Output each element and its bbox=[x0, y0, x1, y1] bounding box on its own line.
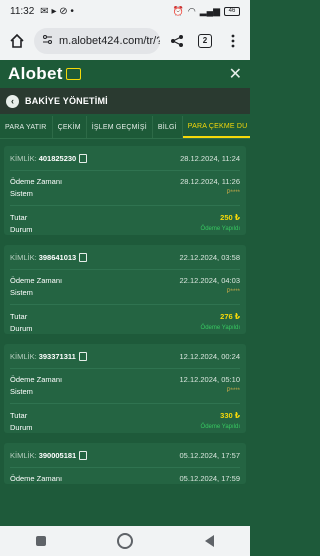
record-date: 22.12.2024, 03:58 bbox=[179, 252, 240, 262]
withdrawal-list: KİMLİK: 401825230 28.12.2024, 11:24 Ödem… bbox=[4, 146, 246, 494]
record-date: 05.12.2024, 17:57 bbox=[179, 450, 240, 460]
wifi-icon: ◠ bbox=[187, 5, 196, 16]
url-text: m.alobet424.com/tr/?| bbox=[59, 35, 160, 47]
menu-icon[interactable] bbox=[222, 30, 244, 52]
recents-button[interactable] bbox=[35, 536, 46, 546]
record-id: 398641013 bbox=[38, 252, 77, 262]
site-info-icon[interactable] bbox=[42, 34, 53, 48]
copy-icon[interactable] bbox=[79, 450, 88, 460]
address-bar[interactable]: m.alobet424.com/tr/?| bbox=[34, 28, 160, 54]
record-date: 28.12.2024, 11:24 bbox=[180, 153, 240, 163]
withdrawal-card: KİMLİK: 401825230 28.12.2024, 11:24 Ödem… bbox=[4, 146, 246, 235]
status-bar: 11:32 ✉ ▸ ⊘ • ⏰ ◠ ▂▄▆ 46 bbox=[0, 0, 250, 22]
copy-icon[interactable] bbox=[79, 153, 88, 163]
tab-deposit[interactable]: PARA YATIR bbox=[0, 116, 53, 138]
copy-icon[interactable] bbox=[79, 252, 88, 262]
record-id: 393371311 bbox=[38, 351, 76, 361]
tab-withdraw-status[interactable]: PARA ÇEKME DU bbox=[182, 116, 250, 138]
status-time: 11:32 bbox=[10, 5, 35, 17]
back-icon[interactable]: ‹ bbox=[6, 94, 19, 108]
signal-icon: ▂▄▆ bbox=[199, 5, 220, 16]
withdrawal-card: KİMLİK: 398641013 22.12.2024, 03:58 Ödem… bbox=[4, 245, 246, 334]
record-id: 401825230 bbox=[38, 153, 77, 163]
section-title-bar: ‹ BAKİYE YÖNETİMİ bbox=[0, 88, 250, 114]
share-icon[interactable] bbox=[166, 30, 188, 52]
status-badge: Ödeme Yapıldı bbox=[200, 325, 240, 331]
notification-icons: ✉ ▸ ⊘ • bbox=[40, 5, 74, 17]
withdrawal-card: KİMLİK: 393371311 12.12.2024, 00:24 Ödem… bbox=[4, 344, 246, 433]
tab-transaction-history[interactable]: İŞLEM GEÇMİŞİ bbox=[87, 116, 153, 138]
balance-tabs: PARA YATIR ÇEKİM İŞLEM GEÇMİŞİ BİLGİ PAR… bbox=[0, 116, 250, 139]
back-button[interactable] bbox=[205, 535, 215, 547]
alarm-icon: ⏰ bbox=[172, 5, 184, 16]
home-icon[interactable] bbox=[6, 30, 28, 52]
close-icon[interactable]: ✕ bbox=[229, 64, 242, 84]
page-title: BAKİYE YÖNETİMİ bbox=[25, 96, 108, 106]
tv-icon bbox=[65, 68, 81, 80]
home-button[interactable] bbox=[117, 533, 134, 549]
status-badge: Ödeme Yapıldı bbox=[200, 424, 240, 430]
tab-withdraw[interactable]: ÇEKİM bbox=[53, 116, 87, 138]
tabs-count-button[interactable]: 2 bbox=[194, 30, 216, 52]
copy-icon[interactable] bbox=[78, 351, 87, 361]
app-header: Alo bet ✕ bbox=[0, 60, 250, 88]
status-badge: Ödeme Yapıldı bbox=[200, 226, 240, 232]
alobet-logo[interactable]: Alo bet bbox=[8, 64, 81, 84]
android-nav-bar bbox=[0, 526, 250, 556]
record-date: 12.12.2024, 00:24 bbox=[179, 351, 240, 361]
withdrawal-card: KİMLİK: 390005181 05.12.2024, 17:57 Ödem… bbox=[4, 443, 246, 484]
record-id: 390005181 bbox=[38, 450, 77, 460]
tab-info[interactable]: BİLGİ bbox=[153, 116, 183, 138]
battery-icon: 46 bbox=[224, 6, 240, 16]
browser-toolbar: m.alobet424.com/tr/?| 2 bbox=[0, 22, 250, 60]
